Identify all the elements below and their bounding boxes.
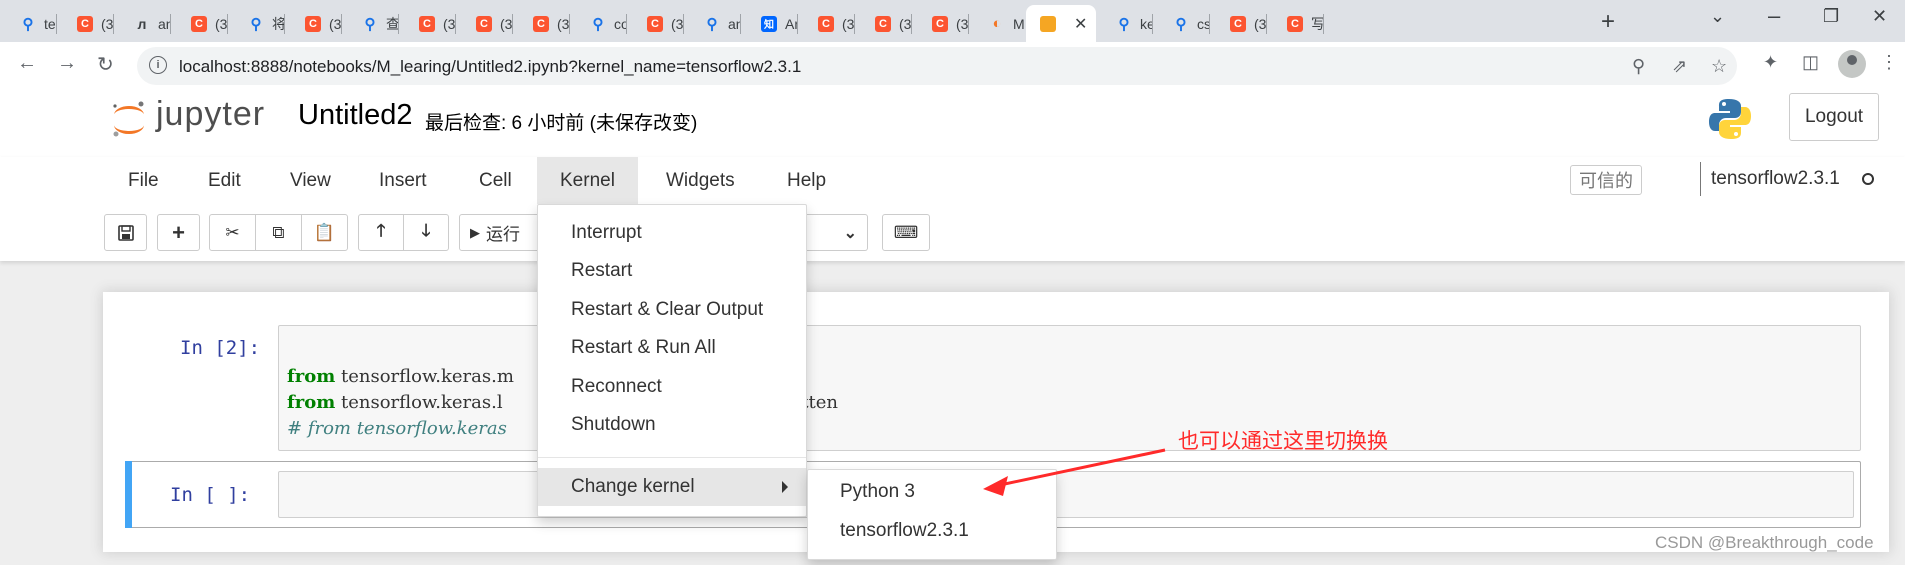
watermark: CSDN @Breakthrough_code	[1655, 533, 1874, 552]
annotation-arrow	[983, 448, 1166, 496]
annotation-text: 也可以通过这里切换换	[1178, 430, 1388, 453]
